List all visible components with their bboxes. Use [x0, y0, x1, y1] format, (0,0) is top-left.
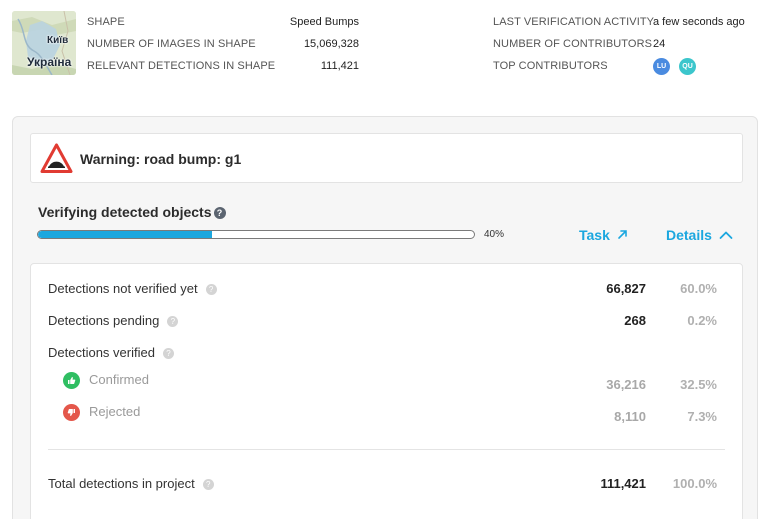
total-count: 111,421 [600, 476, 646, 491]
details-toggle[interactable]: Details [666, 227, 733, 243]
verifying-title-text: Verifying detected objects [38, 204, 212, 220]
divider [48, 449, 725, 450]
shape-map-thumbnail[interactable]: Київ Україна [12, 11, 76, 75]
verification-progress-bar [37, 230, 475, 239]
help-icon[interactable]: ? [162, 348, 174, 359]
progress-fill [38, 231, 213, 238]
task-link-label: Task [579, 227, 610, 243]
verification-panel: Warning: road bump: g1 Verifying detecte… [12, 116, 758, 519]
task-link[interactable]: Task [579, 227, 628, 243]
map-city-label: Київ [47, 35, 69, 46]
object-type-title: Warning: road bump: g1 [80, 151, 242, 167]
rejected-percent: 7.3% [687, 409, 717, 424]
road-bump-warning-icon [40, 143, 73, 173]
avatar[interactable]: LU [653, 58, 670, 75]
object-type-card: Warning: road bump: g1 [30, 133, 743, 183]
detections-breakdown: Detections not verified yet? 66,827 60.0… [30, 263, 743, 519]
help-icon[interactable]: ? [205, 284, 217, 295]
total-label: Total detections in project? [48, 476, 214, 491]
progress-percent: 40% [484, 229, 505, 240]
relevant-detections-value: 111,421 [320, 60, 359, 72]
avatar[interactable]: QU [679, 58, 696, 75]
last-verification-value: a few seconds ago [653, 16, 745, 28]
shape-summary-header: Київ Україна SHAPE Speed Bumps NUMBER OF… [0, 0, 768, 100]
relevant-detections-key: RELEVANT DETECTIONS IN SHAPE [87, 60, 276, 72]
images-in-shape-key: NUMBER OF IMAGES IN SHAPE [87, 38, 256, 50]
images-in-shape-value: 15,069,328 [303, 38, 359, 50]
shape-value: Speed Bumps [289, 16, 359, 28]
external-link-arrow-icon [617, 227, 628, 243]
pending-label: Detections pending? [48, 313, 179, 328]
total-percent: 100.0% [672, 476, 717, 491]
help-icon[interactable]: ? [213, 207, 226, 219]
verified-label: Detections verified? [48, 345, 174, 360]
thumbs-down-icon [63, 404, 80, 421]
confirmed-count: 36,216 [606, 377, 646, 392]
help-icon[interactable]: ? [202, 479, 214, 490]
thumbs-up-icon [63, 372, 80, 389]
not-verified-percent: 60.0% [680, 281, 717, 296]
help-icon[interactable]: ? [167, 316, 179, 327]
confirmed-percent: 32.5% [680, 377, 717, 392]
last-verification-key: LAST VERIFICATION ACTIVITY [493, 16, 655, 28]
verifying-title: Verifying detected objects? [38, 204, 226, 220]
rejected-count: 8,110 [614, 409, 646, 424]
top-contributors-key: TOP CONTRIBUTORS [493, 60, 608, 72]
not-verified-count: 66,827 [606, 281, 646, 296]
map-country-label: Україна [27, 55, 72, 69]
pending-percent: 0.2% [687, 313, 717, 328]
contributors-count-key: NUMBER OF CONTRIBUTORS [493, 38, 653, 50]
rejected-label: Rejected [89, 404, 141, 419]
pending-count: 268 [624, 313, 646, 328]
contributors-count-value: 24 [653, 38, 666, 50]
details-toggle-label: Details [666, 227, 712, 243]
confirmed-label: Confirmed [89, 372, 149, 387]
chevron-up-icon [719, 227, 733, 243]
shape-key: SHAPE [87, 16, 125, 28]
not-verified-label: Detections not verified yet? [48, 281, 217, 296]
